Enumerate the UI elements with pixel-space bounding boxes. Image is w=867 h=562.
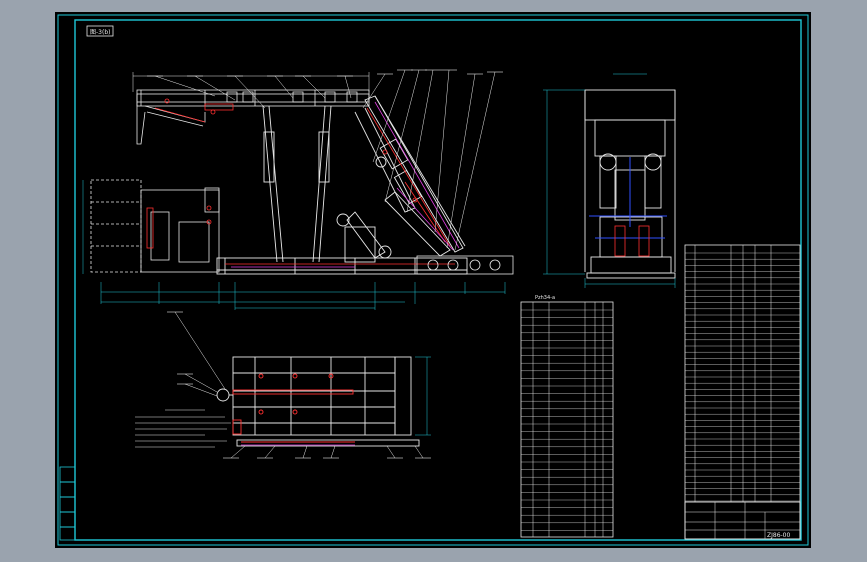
drawing-code: ZJ86-00 (767, 532, 790, 539)
cad-drawing-canvas: 图-3(b) Pzh34-a ZJ86-00 (57, 14, 809, 546)
view-label: 图-3(b) (90, 29, 110, 36)
side-view (543, 73, 676, 288)
drawing-frame (57, 14, 809, 546)
front-elevation-view (82, 69, 514, 310)
cad-viewport[interactable]: 图-3(b) Pzh34-a ZJ86-00 (55, 12, 811, 548)
plan-view (135, 311, 431, 459)
parts-list-right (684, 244, 801, 540)
parts-table-title: Pzh34-a (535, 295, 555, 301)
parts-table-middle (520, 301, 614, 538)
